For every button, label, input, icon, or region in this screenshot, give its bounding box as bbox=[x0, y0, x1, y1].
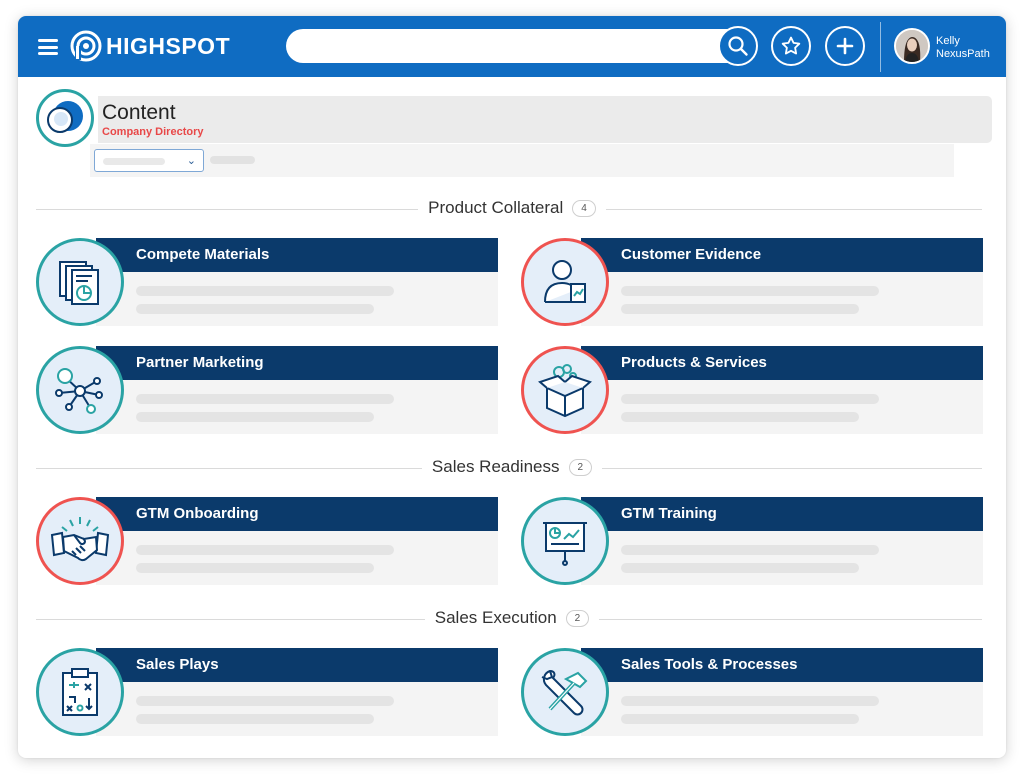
user-avatar[interactable] bbox=[894, 28, 930, 64]
card-sales-tools-processes[interactable]: Sales Tools & Processes bbox=[521, 648, 983, 738]
favorites-button[interactable] bbox=[771, 26, 811, 66]
page-title: Content bbox=[102, 101, 176, 124]
section-count-badge: 2 bbox=[568, 458, 593, 476]
presentation-board-icon bbox=[521, 497, 609, 585]
card-customer-evidence[interactable]: Customer Evidence bbox=[521, 238, 983, 328]
card-gtm-training[interactable]: GTM Training bbox=[521, 497, 983, 587]
top-bar: HIGHSPOT Kelly NexusPath bbox=[18, 16, 1006, 77]
highspot-logo-icon bbox=[70, 30, 102, 62]
card-title: GTM Training bbox=[621, 505, 717, 522]
user-name[interactable]: Kelly NexusPath bbox=[936, 35, 990, 61]
page-subtitle[interactable]: Company Directory bbox=[102, 126, 203, 138]
card-title: Sales Plays bbox=[136, 656, 219, 673]
section-header-product-collateral: Product Collateral 4 bbox=[18, 198, 1006, 218]
section-title: Sales Readiness bbox=[431, 457, 560, 476]
wrench-hammer-icon bbox=[521, 648, 609, 736]
documents-chart-icon bbox=[36, 238, 124, 326]
app-window: HIGHSPOT Kelly NexusPath Content Company… bbox=[18, 16, 1006, 758]
card-gtm-onboarding[interactable]: GTM Onboarding bbox=[36, 497, 498, 587]
filter-select[interactable]: ⌄ bbox=[94, 149, 204, 172]
create-button[interactable] bbox=[825, 26, 865, 66]
open-box-icon bbox=[521, 346, 609, 434]
card-title: Partner Marketing bbox=[136, 354, 264, 371]
section-title: Sales Execution bbox=[434, 608, 557, 627]
search-input[interactable] bbox=[286, 29, 756, 63]
hamburger-menu-icon[interactable] bbox=[38, 39, 58, 55]
section-title: Product Collateral bbox=[428, 198, 564, 217]
clipboard-plays-icon bbox=[36, 648, 124, 736]
card-partner-marketing[interactable]: Partner Marketing bbox=[36, 346, 498, 436]
handshake-icon bbox=[36, 497, 124, 585]
person-document-icon bbox=[521, 238, 609, 326]
user-last-name: NexusPath bbox=[936, 48, 990, 60]
section-header-sales-readiness: Sales Readiness 2 bbox=[18, 457, 1006, 477]
card-title: Sales Tools & Processes bbox=[621, 656, 798, 673]
plus-icon bbox=[836, 37, 854, 55]
search-icon bbox=[728, 36, 748, 56]
highspot-logo[interactable]: HIGHSPOT bbox=[70, 30, 230, 62]
card-title: GTM Onboarding bbox=[136, 505, 259, 522]
section-count-badge: 2 bbox=[565, 609, 590, 627]
filter-placeholder bbox=[210, 156, 255, 164]
card-title: Compete Materials bbox=[136, 246, 270, 263]
star-icon bbox=[781, 36, 801, 55]
content-circles-icon bbox=[47, 101, 83, 133]
section-header-sales-execution: Sales Execution 2 bbox=[18, 608, 1006, 628]
card-compete-materials[interactable]: Compete Materials bbox=[36, 238, 498, 328]
header-bar bbox=[98, 96, 992, 143]
card-sales-plays[interactable]: Sales Plays bbox=[36, 648, 498, 738]
card-title: Products & Services bbox=[621, 354, 767, 371]
network-nodes-icon bbox=[36, 346, 124, 434]
user-photo-icon bbox=[896, 30, 928, 62]
section-count-badge: 4 bbox=[572, 199, 596, 217]
search-button[interactable] bbox=[718, 26, 758, 66]
content-logo bbox=[36, 89, 94, 147]
toolbar-divider bbox=[880, 22, 881, 72]
user-first-name: Kelly bbox=[936, 35, 960, 47]
select-placeholder bbox=[103, 158, 165, 165]
card-title: Customer Evidence bbox=[621, 246, 762, 263]
chevron-down-icon: ⌄ bbox=[186, 155, 196, 167]
card-products-services[interactable]: Products & Services bbox=[521, 346, 983, 436]
logo-text: HIGHSPOT bbox=[106, 32, 231, 59]
